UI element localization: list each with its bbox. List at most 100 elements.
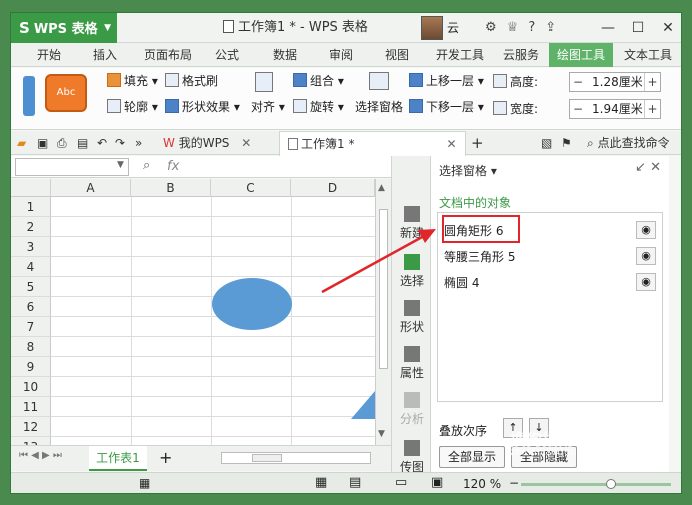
list-item[interactable]: 椭圆 4 ◉ bbox=[444, 271, 656, 295]
normal-view-icon[interactable]: ▦ bbox=[315, 475, 327, 490]
sidebar-item-shapes[interactable]: 形状 bbox=[392, 300, 432, 335]
tab-my-wps[interactable]: W 我的WPS ✕ bbox=[163, 131, 251, 155]
zoom-slider-knob[interactable] bbox=[606, 479, 616, 489]
flag-icon[interactable]: ⚑ bbox=[561, 131, 572, 155]
open-folder-icon[interactable]: ▰ bbox=[17, 131, 26, 155]
maximize-button[interactable]: ☐ bbox=[623, 13, 653, 43]
plus-icon[interactable]: + bbox=[644, 100, 660, 118]
sidebar-item-upload-image[interactable]: 传图 bbox=[392, 440, 432, 475]
horizontal-scrollbar[interactable] bbox=[221, 452, 371, 464]
selection-pane-icon[interactable] bbox=[369, 72, 393, 94]
close-icon[interactable]: ✕ bbox=[650, 160, 661, 175]
tab-view[interactable]: 视图 bbox=[377, 43, 417, 67]
save-icon[interactable]: ▣ bbox=[37, 131, 48, 155]
page-view-icon[interactable]: ▤ bbox=[349, 475, 361, 490]
print-preview-icon[interactable]: ▤ bbox=[77, 131, 88, 155]
triangle-shape[interactable] bbox=[351, 391, 375, 419]
close-icon[interactable]: ✕ bbox=[446, 137, 456, 151]
tab-insert[interactable]: 插入 bbox=[85, 43, 125, 67]
tab-drawing-tools[interactable]: 绘图工具 bbox=[549, 43, 613, 67]
align-button[interactable]: 对齐 ▾ bbox=[251, 98, 285, 116]
align-icon[interactable] bbox=[255, 72, 275, 96]
sidebar-item-select[interactable]: 选择 bbox=[392, 254, 432, 289]
tab-cloud[interactable]: 云服务 bbox=[495, 43, 547, 67]
eye-icon[interactable]: ◉ bbox=[636, 247, 656, 265]
settings-icon[interactable]: ⚙ bbox=[485, 20, 497, 35]
fill-button[interactable]: 填充 ▾ bbox=[107, 72, 158, 90]
chevron-down-icon[interactable]: ▼ bbox=[117, 160, 124, 170]
group-button[interactable]: 组合 ▾ bbox=[293, 72, 344, 90]
spreadsheet-grid[interactable]: A B C D 1 2 3 4 5 6 7 8 9 10 11 12 13 bbox=[11, 179, 375, 445]
tab-review[interactable]: 审阅 bbox=[321, 43, 361, 67]
eye-icon[interactable]: ◉ bbox=[636, 273, 656, 291]
more-icon[interactable]: » bbox=[135, 131, 142, 155]
sheet-nav-icons[interactable]: ⏮ ◀ ▶ ⏭ bbox=[19, 450, 62, 461]
shirt-icon[interactable]: ♕ bbox=[507, 20, 519, 35]
format-painter-button[interactable]: 格式刷 bbox=[165, 72, 218, 90]
avatar[interactable] bbox=[421, 16, 443, 40]
sidebar-item-properties[interactable]: 属性 bbox=[392, 346, 432, 381]
object-name: 椭圆 4 bbox=[444, 276, 480, 290]
tab-page-layout[interactable]: 页面布局 bbox=[135, 43, 201, 67]
vertical-scrollbar[interactable]: ▲ ▼ bbox=[375, 179, 391, 445]
list-item[interactable]: 等腰三角形 5 ◉ bbox=[444, 245, 656, 269]
scroll-up-icon[interactable]: ▲ bbox=[378, 183, 385, 193]
close-button[interactable]: ✕ bbox=[653, 13, 681, 43]
ellipse-shape[interactable] bbox=[212, 278, 292, 330]
show-all-button[interactable]: 全部显示 bbox=[439, 446, 506, 468]
redo-icon[interactable]: ↷ bbox=[115, 131, 125, 155]
undo-icon[interactable]: ↶ bbox=[97, 131, 107, 155]
print-icon[interactable]: ⎙ bbox=[57, 131, 67, 155]
sidebar-item-analysis[interactable]: 分析 bbox=[392, 392, 432, 427]
minus-icon[interactable]: − bbox=[570, 100, 586, 118]
shape-effects-button[interactable]: 形状效果 ▾ bbox=[165, 98, 240, 116]
zoom-search-icon[interactable]: ⌕ bbox=[143, 158, 150, 173]
dock-icon[interactable]: ↙ bbox=[635, 160, 646, 175]
scroll-thumb[interactable] bbox=[379, 209, 388, 369]
outline-button[interactable]: 轮廓 ▾ bbox=[107, 98, 158, 116]
send-backward-button[interactable]: 下移一层 ▾ bbox=[409, 98, 484, 116]
add-sheet-button[interactable]: + bbox=[159, 448, 172, 467]
tab-developer[interactable]: 开发工具 bbox=[429, 43, 491, 67]
sidebar-item-new[interactable]: 新建 bbox=[392, 206, 432, 241]
minimize-button[interactable]: — bbox=[593, 13, 623, 43]
scroll-down-icon[interactable]: ▼ bbox=[378, 429, 385, 439]
eye-icon[interactable]: ◉ bbox=[636, 221, 656, 239]
pane-title[interactable]: 选择窗格 ▾ bbox=[439, 162, 497, 179]
close-icon[interactable]: ✕ bbox=[241, 136, 251, 150]
tab-formula[interactable]: 公式 bbox=[207, 43, 247, 67]
zoom-slider[interactable] bbox=[521, 483, 671, 486]
tab-workbook[interactable]: 工作簿1 * ✕ bbox=[279, 131, 466, 156]
minus-icon[interactable]: − bbox=[570, 73, 586, 91]
reading-view-icon[interactable]: ▣ bbox=[431, 475, 443, 490]
upload-icon[interactable]: ⇪ bbox=[545, 20, 556, 35]
selection-pane-button[interactable]: 选择窗格 bbox=[355, 98, 403, 116]
width-stepper[interactable]: −1.94厘米 + bbox=[569, 99, 661, 119]
zoom-level[interactable]: 120 % bbox=[463, 473, 501, 493]
tab-home[interactable]: 开始 bbox=[25, 43, 73, 67]
new-tab-button[interactable]: + bbox=[471, 131, 484, 155]
fx-icon[interactable]: fx bbox=[167, 156, 179, 178]
shape-effects-label: 形状效果 bbox=[182, 100, 231, 114]
bring-forward-button[interactable]: 上移一层 ▾ bbox=[409, 72, 484, 90]
user-name[interactable]: 云 bbox=[447, 13, 459, 43]
name-box[interactable] bbox=[15, 158, 129, 176]
height-value[interactable]: 1.28厘米 bbox=[592, 73, 643, 91]
doc-icon[interactable]: ▧ bbox=[541, 131, 552, 155]
app-menu-button[interactable]: S WPS 表格 ▼ bbox=[11, 13, 117, 43]
shape-style-preview[interactable]: Abc bbox=[45, 74, 87, 112]
width-value[interactable]: 1.94厘米 bbox=[592, 100, 643, 118]
help-icon[interactable]: ? bbox=[528, 20, 535, 35]
tab-data[interactable]: 数据 bbox=[265, 43, 305, 67]
zoom-out-icon[interactable]: − bbox=[509, 476, 519, 490]
search-command[interactable]: ⌕ 点此查找命令 bbox=[587, 131, 670, 155]
rotate-button[interactable]: 旋转 ▾ bbox=[293, 98, 344, 116]
layout-view-icon[interactable]: ▭ bbox=[395, 475, 407, 490]
sheet-status-icon[interactable]: ▦ bbox=[139, 476, 150, 490]
plus-icon[interactable]: + bbox=[644, 73, 660, 91]
shape-style-blue[interactable] bbox=[23, 76, 35, 116]
tab-text-tools[interactable]: 文本工具 bbox=[617, 43, 679, 67]
sheet-tab[interactable]: 工作表1 bbox=[89, 446, 147, 471]
height-stepper[interactable]: −1.28厘米 + bbox=[569, 72, 661, 92]
scroll-thumb[interactable] bbox=[252, 454, 282, 462]
